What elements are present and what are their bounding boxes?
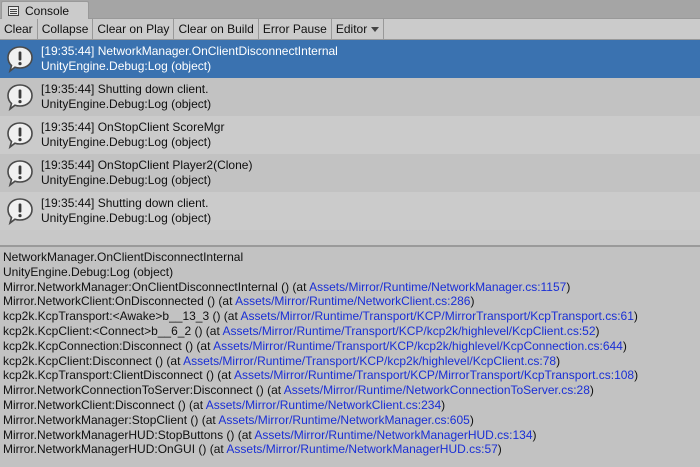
log-entry[interactable]: [19:35:44] OnStopClient ScoreMgr UnityEn… — [0, 116, 700, 154]
stack-frame: kcp2k.KcpConnection:Disconnect () (at As… — [3, 339, 700, 354]
console-toolbar: Clear Collapse Clear on Play Clear on Bu… — [0, 19, 700, 40]
stack-frame: Mirror.NetworkManagerHUD:OnGUI () (at As… — [3, 442, 700, 457]
stack-end: ) — [532, 427, 537, 442]
stack-file-link[interactable]: Assets/Mirror/Runtime/NetworkManager.cs:… — [218, 413, 469, 427]
editor-dropdown[interactable]: Editor — [332, 19, 385, 39]
stack-call: kcp2k.KcpConnection:Disconnect () (at — [3, 338, 214, 353]
stack-call: Mirror.NetworkManager:StopClient () (at — [3, 412, 219, 427]
stack-end: ) — [633, 309, 638, 324]
info-icon — [5, 158, 35, 188]
stack-end: ) — [470, 294, 475, 309]
log-source: UnityEngine.Debug:Log (object) — [41, 173, 212, 187]
stack-file-link[interactable]: Assets/Mirror/Runtime/Transport/KCP/kcp2… — [222, 324, 595, 338]
log-message: [19:35:44] OnStopClient ScoreMgr — [41, 120, 225, 134]
stack-end: ) — [589, 383, 594, 398]
info-icon — [5, 44, 35, 74]
stack-call: Mirror.NetworkManagerHUD:StopButtons () … — [3, 427, 255, 442]
stack-call: Mirror.NetworkConnectionToServer:Disconn… — [3, 383, 284, 398]
log-source: UnityEngine.Debug:Log (object) — [41, 97, 212, 111]
stack-file-link[interactable]: Assets/Mirror/Runtime/NetworkManagerHUD.… — [254, 428, 532, 442]
stack-end: ) — [441, 397, 446, 412]
log-list: [19:35:44] NetworkManager.OnClientDiscon… — [0, 40, 700, 245]
log-entry[interactable]: [19:35:44] Shutting down client. UnityEn… — [0, 192, 700, 230]
stack-frame: kcp2k.KcpTransport:ClientDisconnect () (… — [3, 368, 700, 383]
log-source: UnityEngine.Debug:Log (object) — [41, 135, 212, 149]
error-pause-button[interactable]: Error Pause — [259, 19, 332, 39]
stack-file-link[interactable]: Assets/Mirror/Runtime/NetworkClient.cs:2… — [206, 398, 441, 412]
stack-end: ) — [595, 323, 600, 338]
stack-file-link[interactable]: Assets/Mirror/Runtime/NetworkManagerHUD.… — [226, 442, 497, 456]
log-message: [19:35:44] Shutting down client. — [41, 82, 209, 96]
log-entry[interactable]: [19:35:44] Shutting down client. UnityEn… — [0, 78, 700, 116]
clear-on-build-button[interactable]: Clear on Build — [174, 19, 259, 39]
stack-frame: Mirror.NetworkManager:OnClientDisconnect… — [3, 280, 700, 295]
stack-call: Mirror.NetworkManagerHUD:OnGUI () (at — [3, 442, 227, 457]
stack-frame: Mirror.NetworkManager:StopClient () (at … — [3, 413, 700, 428]
stack-end: ) — [556, 353, 561, 368]
stack-frame: Mirror.NetworkClient:Disconnect () (at A… — [3, 398, 700, 413]
log-message: [19:35:44] OnStopClient Player2(Clone) — [41, 158, 253, 172]
detail-source: UnityEngine.Debug:Log (object) — [3, 264, 174, 279]
stack-call: kcp2k.KcpClient:<Connect>b__6_2 () (at — [3, 323, 223, 338]
tab-console[interactable]: Console — [1, 1, 89, 19]
log-source: UnityEngine.Debug:Log (object) — [41, 59, 212, 73]
stack-file-link[interactable]: Assets/Mirror/Runtime/NetworkConnectionT… — [284, 383, 590, 397]
console-list-icon — [8, 5, 19, 16]
stack-file-link[interactable]: Assets/Mirror/Runtime/Transport/KCP/kcp2… — [183, 354, 556, 368]
stack-frame: Mirror.NetworkManagerHUD:StopButtons () … — [3, 428, 700, 443]
stack-file-link[interactable]: Assets/Mirror/Runtime/NetworkClient.cs:2… — [235, 294, 470, 308]
info-icon — [5, 120, 35, 150]
tab-strip: Console — [0, 0, 700, 19]
stack-frame: Mirror.NetworkClient:OnDisconnected () (… — [3, 294, 700, 309]
stack-call: Mirror.NetworkManager:OnClientDisconnect… — [3, 279, 310, 294]
stack-frame: kcp2k.KcpClient:<Connect>b__6_2 () (at A… — [3, 324, 700, 339]
stack-frame: Mirror.NetworkConnectionToServer:Disconn… — [3, 383, 700, 398]
log-entry[interactable]: [19:35:44] NetworkManager.OnClientDiscon… — [0, 40, 700, 78]
stack-frame: kcp2k.KcpClient:Disconnect () (at Assets… — [3, 354, 700, 369]
collapse-button[interactable]: Collapse — [38, 19, 94, 39]
stack-call: Mirror.NetworkClient:Disconnect () (at — [3, 397, 206, 412]
stack-call: kcp2k.KcpTransport:<Awake>b__13_3 () (at — [3, 309, 241, 324]
info-icon — [5, 196, 35, 226]
clear-on-play-button[interactable]: Clear on Play — [93, 19, 175, 39]
tab-label: Console — [25, 3, 70, 18]
stack-frame: kcp2k.KcpTransport:<Awake>b__13_3 () (at… — [3, 309, 700, 324]
clear-button[interactable]: Clear — [0, 19, 38, 39]
stack-end: ) — [634, 368, 639, 383]
stack-call: Mirror.NetworkClient:OnDisconnected () (… — [3, 294, 236, 309]
stack-file-link[interactable]: Assets/Mirror/Runtime/Transport/KCP/kcp2… — [213, 339, 623, 353]
log-entry[interactable]: [19:35:44] OnStopClient Player2(Clone) U… — [0, 154, 700, 192]
stack-end: ) — [622, 338, 627, 353]
log-source: UnityEngine.Debug:Log (object) — [41, 211, 212, 225]
info-icon — [5, 82, 35, 112]
stack-end: ) — [469, 412, 474, 427]
stack-call: kcp2k.KcpClient:Disconnect () (at — [3, 353, 184, 368]
stack-file-link[interactable]: Assets/Mirror/Runtime/Transport/KCP/Mirr… — [234, 368, 634, 382]
stack-file-link[interactable]: Assets/Mirror/Runtime/Transport/KCP/Mirr… — [240, 309, 633, 323]
log-message: [19:35:44] Shutting down client. — [41, 196, 209, 210]
stack-call: kcp2k.KcpTransport:ClientDisconnect () (… — [3, 368, 234, 383]
detail-message: NetworkManager.OnClientDisconnectInterna… — [3, 250, 244, 264]
stack-end: ) — [566, 279, 571, 294]
stack-trace-panel: NetworkManager.OnClientDisconnectInterna… — [0, 247, 700, 467]
stack-end: ) — [497, 442, 502, 457]
log-message: [19:35:44] NetworkManager.OnClientDiscon… — [41, 44, 338, 58]
stack-file-link[interactable]: Assets/Mirror/Runtime/NetworkManager.cs:… — [309, 280, 566, 294]
